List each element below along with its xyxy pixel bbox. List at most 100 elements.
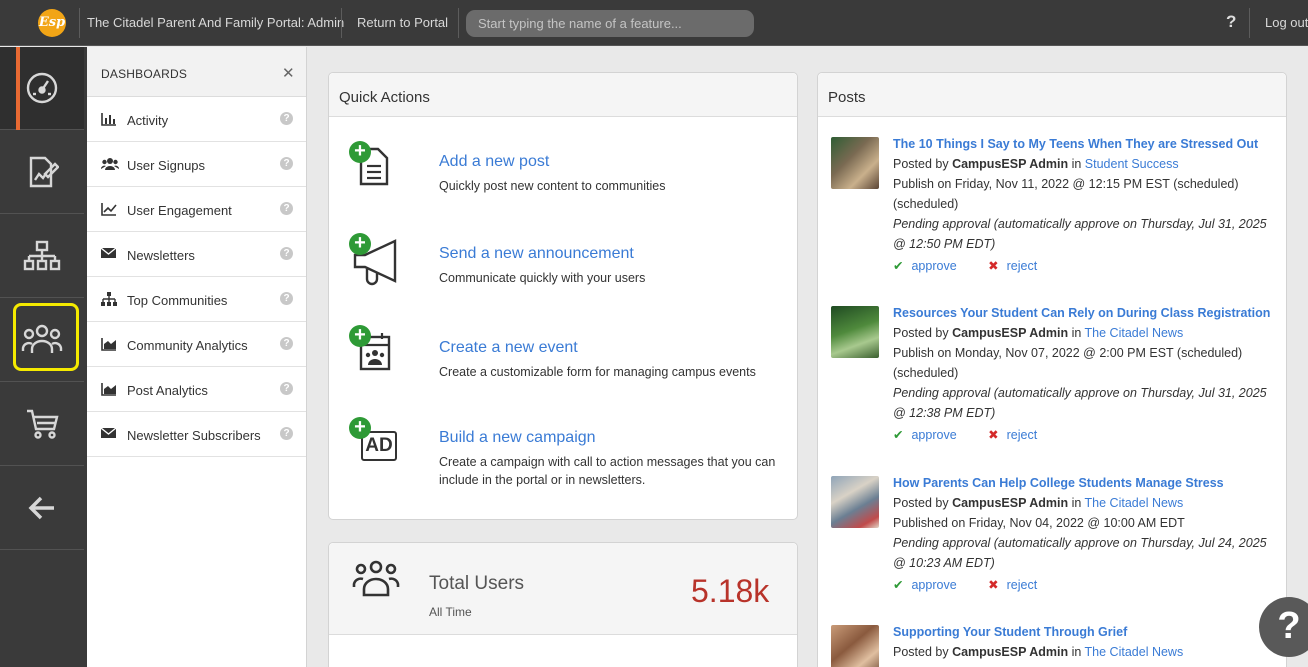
quick-actions-title: Quick Actions <box>339 89 430 106</box>
plus-icon: + <box>349 417 371 439</box>
dashboard-item-newsletters[interactable]: Newsletters ? <box>87 232 306 277</box>
edit-document-icon <box>29 156 59 188</box>
post-byline: Posted by CampusESP Admin in The Citadel… <box>893 326 1183 340</box>
dashboard-item-user-signups[interactable]: User Signups ? <box>87 142 306 187</box>
reject-button[interactable]: ✖ reject <box>988 259 1037 273</box>
post-author: CampusESP Admin <box>952 157 1069 171</box>
post-thumbnail[interactable] <box>831 306 879 358</box>
reject-button[interactable]: ✖ reject <box>988 428 1037 442</box>
post-author: CampusESP Admin <box>952 645 1069 659</box>
post-pending: Pending approval (automatically approve … <box>893 217 1267 231</box>
post-community-link[interactable]: The Citadel News <box>1085 496 1184 510</box>
post-pending: Pending approval (automatically approve … <box>893 386 1267 400</box>
byline-prefix: Posted by <box>893 645 949 659</box>
post-thumbnail[interactable] <box>831 625 879 667</box>
help-icon[interactable]: ? <box>280 112 293 125</box>
posts-card: Posts The 10 Things I Say to My Teens Wh… <box>817 72 1287 667</box>
post-scheduled: (scheduled) <box>893 366 959 380</box>
help-icon[interactable]: ? <box>280 157 293 170</box>
post-community-link[interactable]: The Citadel News <box>1085 645 1184 659</box>
rail-dashboard[interactable] <box>0 47 84 130</box>
total-users-value: 5.18k <box>691 573 770 609</box>
users-icon <box>100 157 120 171</box>
users-group-icon <box>352 560 400 597</box>
quick-action-title[interactable]: Add a new post <box>439 153 549 171</box>
top-bar: Esp The Citadel Parent And Family Portal… <box>0 0 1308 46</box>
envelope-icon <box>100 427 117 441</box>
x-icon: ✖ <box>988 259 999 273</box>
post-pending-time: @ 10:23 AM EDT) <box>893 556 995 570</box>
quick-actions-header: Quick Actions <box>329 73 797 117</box>
quick-action-desc: Communicate quickly with your users <box>439 271 646 285</box>
help-icon[interactable]: ? <box>280 427 293 440</box>
help-icon[interactable]: ? <box>280 202 293 215</box>
byline-prefix: Posted by <box>893 496 949 510</box>
dashboard-item-top-communities[interactable]: Top Communities ? <box>87 277 306 322</box>
quick-action-title[interactable]: Build a new campaign <box>439 429 596 447</box>
post-byline: Posted by CampusESP Admin in The Citadel… <box>893 496 1183 510</box>
dashboard-item-label: Activity <box>127 113 169 128</box>
rail-store[interactable] <box>0 383 84 466</box>
help-icon[interactable]: ? <box>1226 12 1236 32</box>
dashboard-item-community-analytics[interactable]: Community Analytics ? <box>87 322 306 367</box>
arrow-left-icon <box>28 496 54 520</box>
post-community-link[interactable]: The Citadel News <box>1085 326 1184 340</box>
dashboard-item-activity[interactable]: Activity ? <box>87 97 306 142</box>
dashboard-item-label: Top Communities <box>127 293 228 308</box>
dashboard-item-label: Newsletters <box>127 248 195 263</box>
approve-label: approve <box>911 428 957 442</box>
sitemap-icon <box>101 292 117 306</box>
help-icon[interactable]: ? <box>280 292 293 305</box>
post-thumbnail[interactable] <box>831 476 879 528</box>
help-icon[interactable]: ? <box>280 247 293 260</box>
approve-label: approve <box>911 578 957 592</box>
quick-actions-card: Quick Actions + Add a new post Quickly p… <box>328 72 798 520</box>
plus-icon: + <box>349 141 371 163</box>
byline-prefix: Posted by <box>893 157 949 171</box>
campusesp-logo[interactable]: Esp <box>38 9 66 37</box>
close-icon[interactable]: ✕ <box>282 64 295 82</box>
post-pending-time: @ 12:38 PM EDT) <box>893 406 996 420</box>
dashboards-header: DASHBOARDS ✕ <box>87 47 306 97</box>
rail-communities[interactable] <box>0 215 84 298</box>
feature-search-input[interactable] <box>466 10 754 37</box>
dashboard-item-user-engagement[interactable]: User Engagement ? <box>87 187 306 232</box>
dashboard-item-post-analytics[interactable]: Post Analytics ? <box>87 367 306 412</box>
calendar-users-icon: + <box>349 325 411 387</box>
post-byline: Posted by CampusESP Admin in The Citadel… <box>893 645 1183 659</box>
quick-action-title[interactable]: Create a new event <box>439 339 578 357</box>
post-title-link[interactable]: Supporting Your Student Through Grief <box>893 625 1127 639</box>
approve-button[interactable]: ✔ approve <box>893 259 957 273</box>
total-users-sub: All Time <box>429 605 472 619</box>
dashboards-panel: DASHBOARDS ✕ Activity ? User Signups ? U… <box>87 47 307 667</box>
approve-button[interactable]: ✔ approve <box>893 578 957 592</box>
rail-back[interactable] <box>0 467 84 550</box>
post-title-link[interactable]: The 10 Things I Say to My Teens When The… <box>893 137 1258 151</box>
post-title-link[interactable]: Resources Your Student Can Rely on Durin… <box>893 306 1270 320</box>
byline-in: in <box>1071 496 1082 510</box>
approve-button[interactable]: ✔ approve <box>893 428 957 442</box>
dashboard-item-label: User Engagement <box>127 203 232 218</box>
help-icon[interactable]: ? <box>280 382 293 395</box>
cart-icon <box>27 409 59 439</box>
post-title-link[interactable]: How Parents Can Help College Students Ma… <box>893 476 1224 490</box>
x-icon: ✖ <box>988 578 999 592</box>
dashboard-item-newsletter-subscribers[interactable]: Newsletter Subscribers ? <box>87 412 306 457</box>
logout-link[interactable]: Log out <box>1265 15 1308 30</box>
post-author: CampusESP Admin <box>952 496 1069 510</box>
document-icon: + <box>349 141 411 203</box>
quick-action-title[interactable]: Send a new announcement <box>439 245 634 263</box>
plus-icon: + <box>349 325 371 347</box>
help-icon[interactable]: ? <box>280 337 293 350</box>
rail-content[interactable] <box>0 131 84 214</box>
post-pending-time: @ 12:50 PM EDT) <box>893 237 996 251</box>
post-community-link[interactable]: Student Success <box>1085 157 1179 171</box>
post-thumbnail[interactable] <box>831 137 879 189</box>
reject-button[interactable]: ✖ reject <box>988 578 1037 592</box>
posts-header: Posts <box>818 73 1286 117</box>
return-to-portal-link[interactable]: Return to Portal <box>357 15 448 30</box>
active-accent <box>16 47 20 130</box>
divider <box>1249 8 1250 38</box>
reject-label: reject <box>1006 428 1038 442</box>
reject-label: reject <box>1006 259 1038 273</box>
